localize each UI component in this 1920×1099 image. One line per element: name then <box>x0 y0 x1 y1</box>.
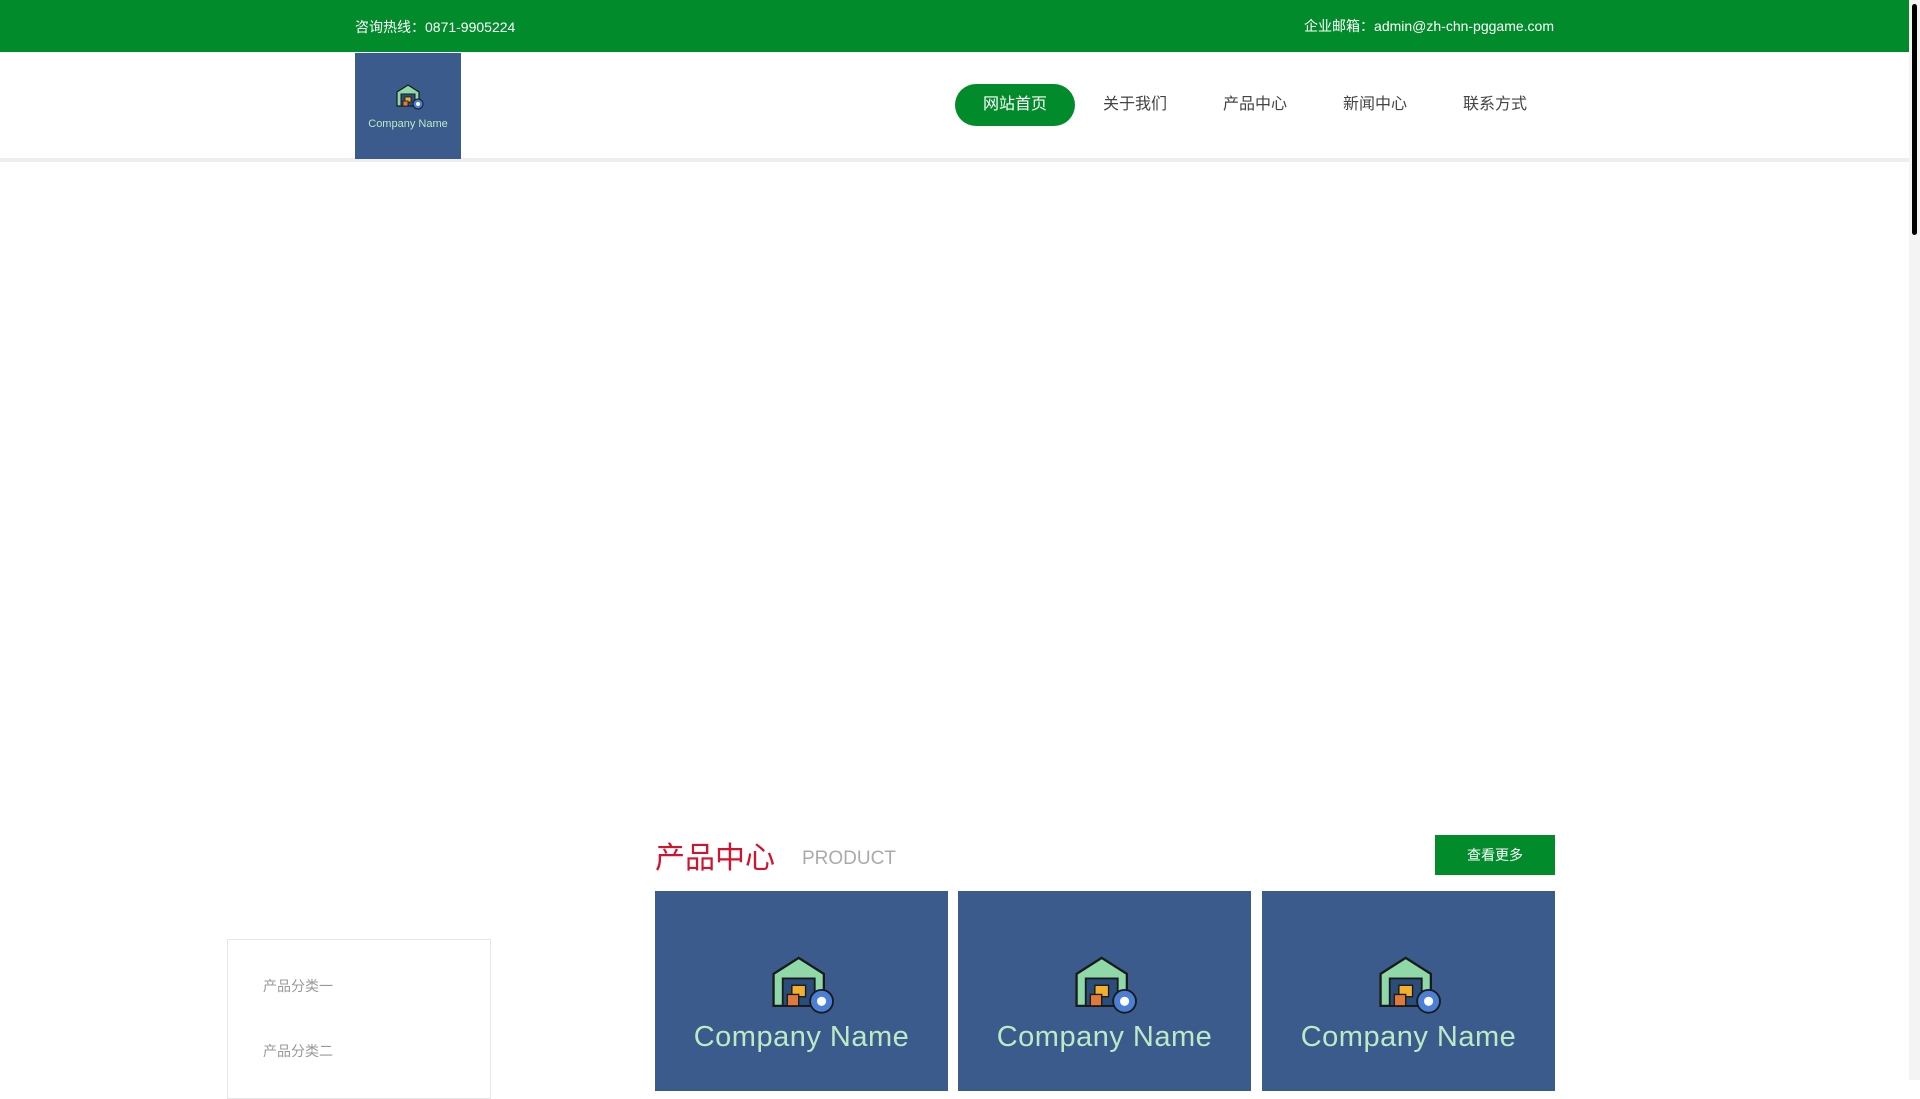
warehouse-gear-icon <box>1379 956 1441 1014</box>
nav-item-about[interactable]: 关于我们 <box>1075 84 1195 126</box>
product-card[interactable]: Company Name <box>1262 891 1555 1091</box>
card-caption: Company Name <box>1300 1021 1517 1053</box>
nav-item-contact[interactable]: 联系方式 <box>1435 84 1555 126</box>
hotline-text: 咨询热线：0871-9905224 <box>355 19 516 35</box>
logo-text: Company Name <box>368 118 448 130</box>
top-info-bar: 咨询热线：0871-9905224 企业邮箱：admin@zh-chn-pgga… <box>0 0 1909 52</box>
scrollbar-thumb[interactable] <box>1912 4 1917 235</box>
site-header: Company Name 网站首页 关于我们 产品中心 新闻中心 联系方式 <box>0 52 1909 162</box>
card-caption: Company Name <box>996 1021 1213 1053</box>
category-sidebar: 产品分类一 产品分类二 <box>227 939 491 1099</box>
product-card[interactable]: Company Name <box>655 891 948 1091</box>
main-nav: 网站首页 关于我们 产品中心 新闻中心 联系方式 <box>955 84 1555 126</box>
site-logo[interactable]: Company Name <box>355 53 461 159</box>
email-text: 企业邮箱：admin@zh-chn-pggame.com <box>1304 18 1554 34</box>
view-more-button[interactable]: 查看更多 <box>1435 835 1555 875</box>
product-card[interactable]: Company Name <box>958 891 1251 1091</box>
sidebar-item-category-1[interactable]: 产品分类一 <box>263 976 333 996</box>
page-scrollbar[interactable] <box>1909 0 1920 1080</box>
warehouse-gear-icon <box>396 84 424 110</box>
warehouse-gear-icon <box>772 956 834 1014</box>
nav-item-news[interactable]: 新闻中心 <box>1315 84 1435 126</box>
card-caption: Company Name <box>693 1021 910 1053</box>
hero-banner <box>0 162 1909 802</box>
warehouse-gear-icon <box>1075 956 1137 1014</box>
nav-item-products[interactable]: 产品中心 <box>1195 84 1315 126</box>
section-subtitle: PRODUCT <box>802 848 896 869</box>
section-title: 产品中心 <box>655 842 775 875</box>
sidebar-item-category-2[interactable]: 产品分类二 <box>263 1041 333 1061</box>
nav-item-home[interactable]: 网站首页 <box>955 84 1075 126</box>
